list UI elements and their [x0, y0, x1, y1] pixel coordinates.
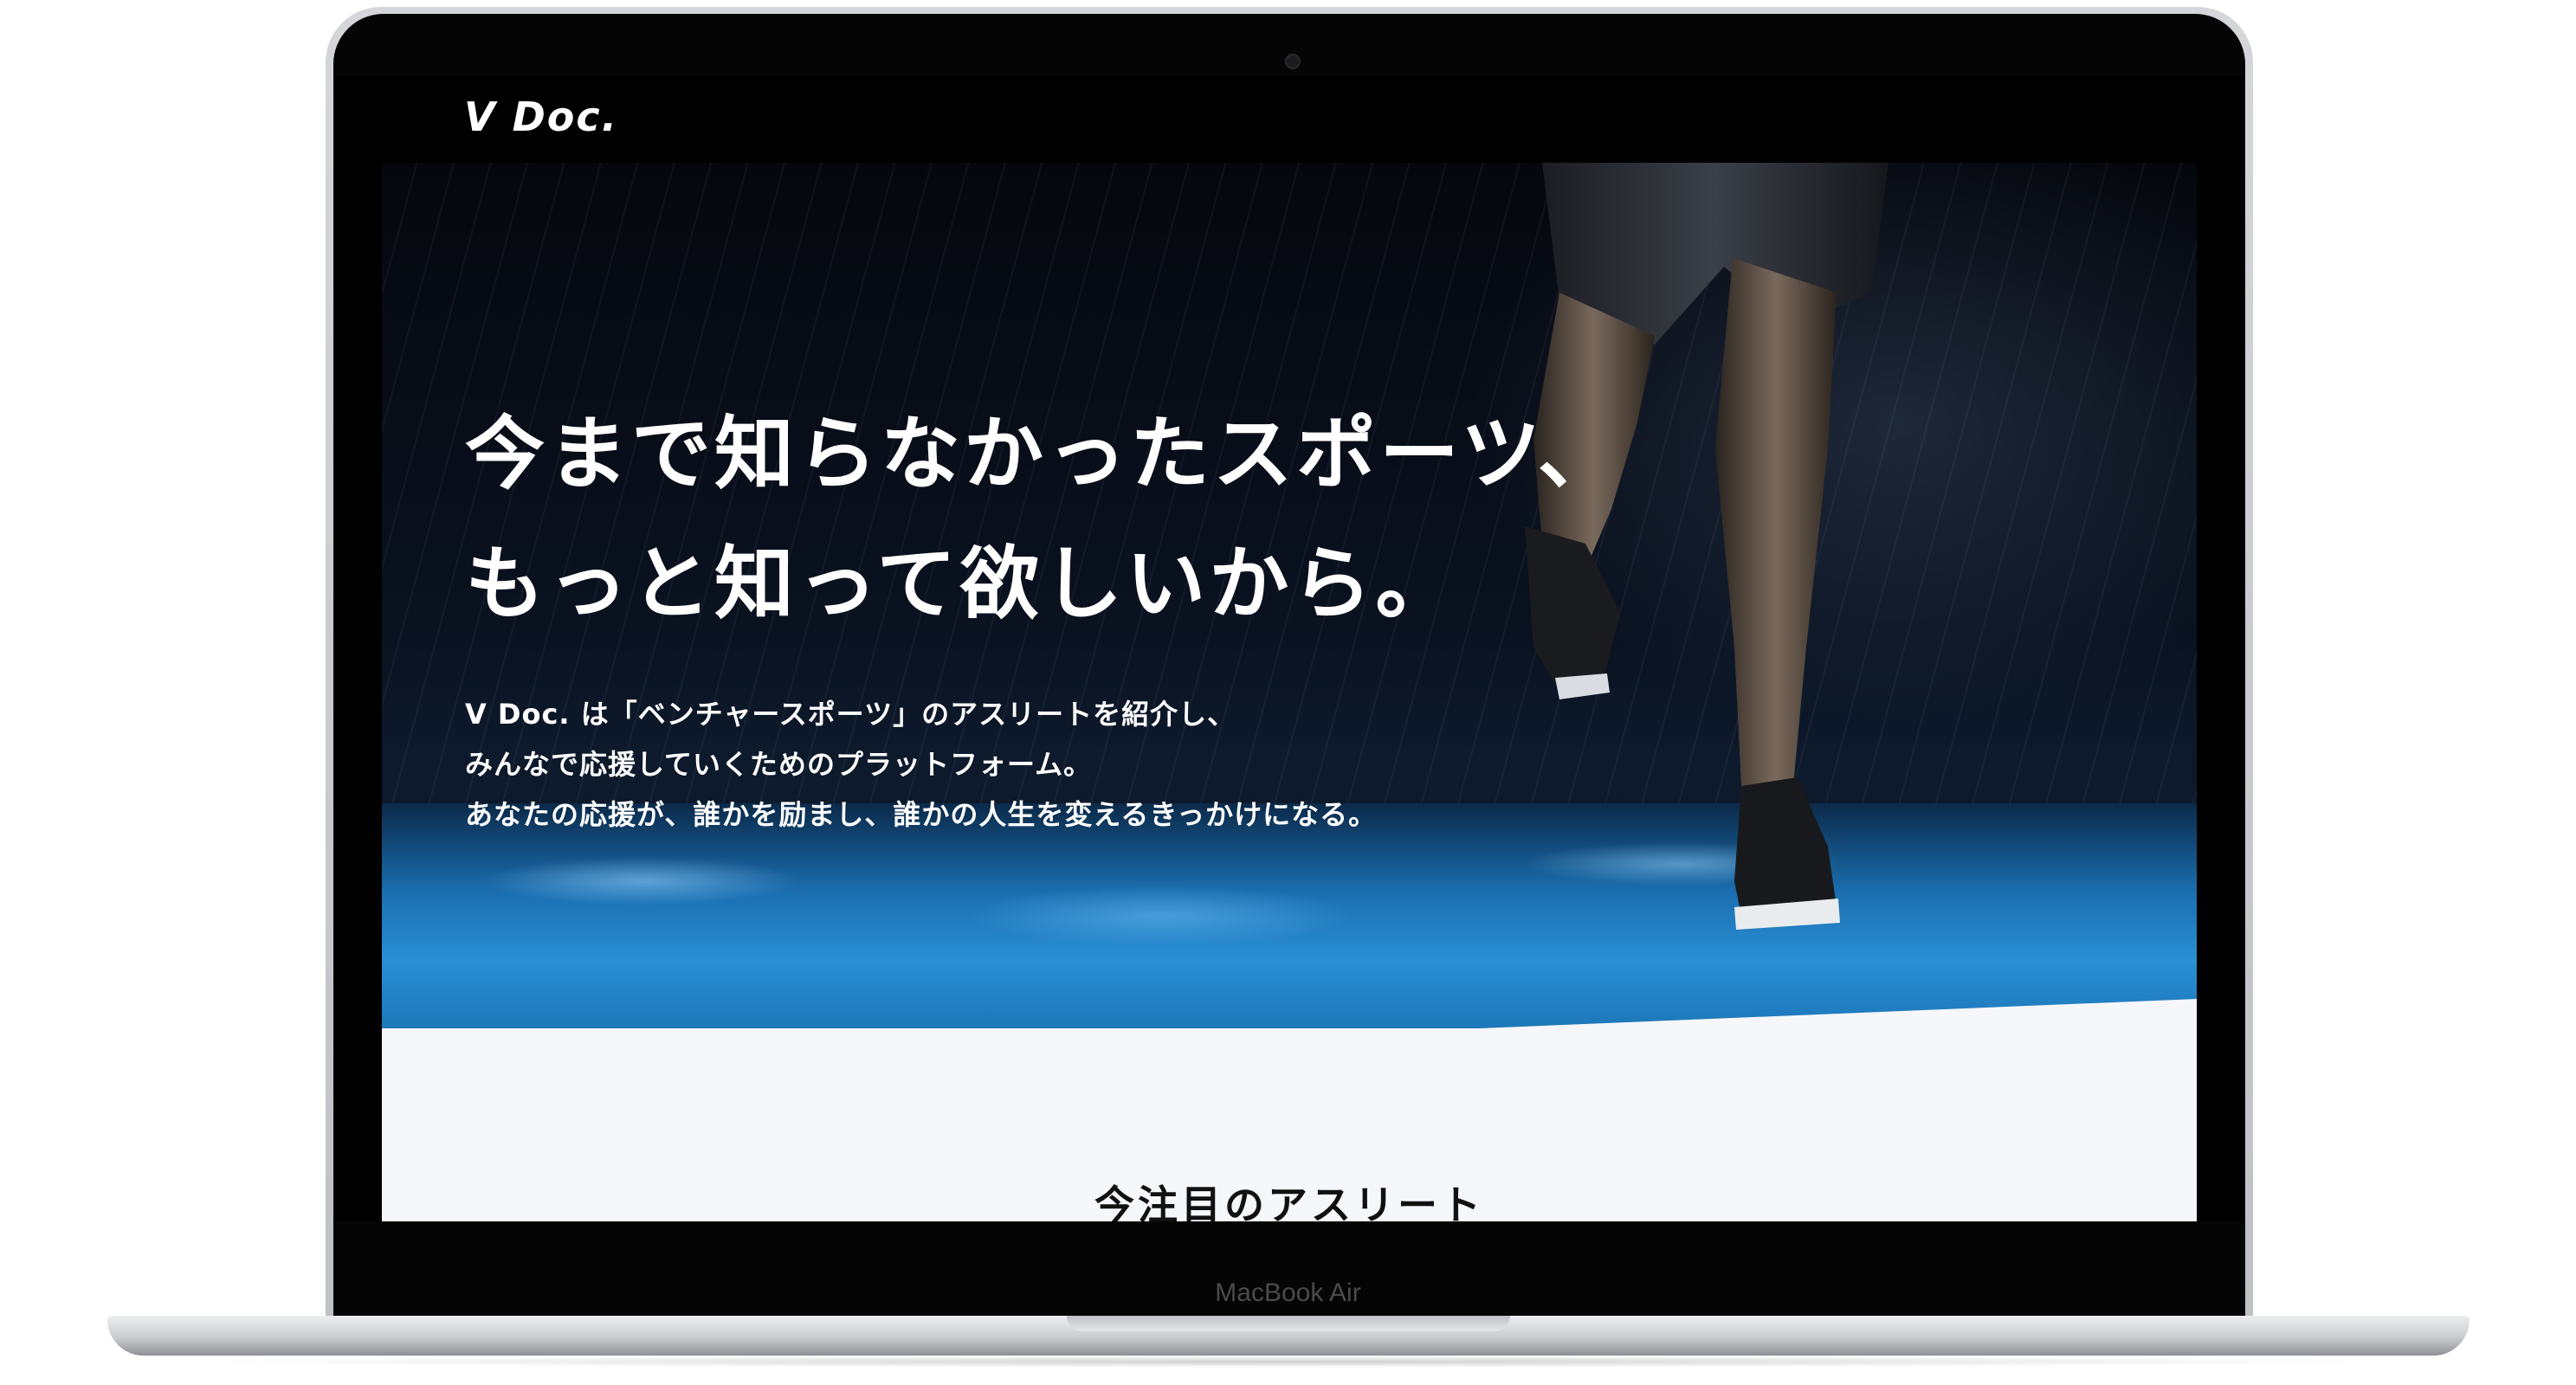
camera-icon	[1285, 54, 1301, 69]
laptop-base-notch	[1067, 1316, 1510, 1331]
hero-lead-line: みんなで応援していくためのプラットフォーム。	[465, 748, 1093, 781]
hero-section: 今まで知らなかったスポーツ、 もっと知って欲しいから。 V Doc. は「ベンチ…	[382, 163, 2197, 1221]
hero-lead-text: V Doc. は「ベンチャースポーツ」のアスリートを紹介し、 みんなで応援してい…	[465, 689, 1377, 840]
hero-lead-line: V Doc. は「ベンチャースポーツ」のアスリートを紹介し、	[465, 698, 1236, 731]
laptop-shadow	[173, 1356, 2404, 1368]
site-logo[interactable]: V Doc.	[464, 93, 618, 140]
site-header: V Doc.	[334, 76, 2244, 163]
device-label: MacBook Air	[1215, 1279, 1361, 1307]
hero-headline-line: 今まで知らなかったスポーツ、	[465, 408, 1621, 500]
hero-headline-line: もっと知って欲しいから。	[465, 538, 1459, 630]
hero-lead-line: あなたの応援が、誰かを励まし、誰かの人生を変えるきっかけになる。	[465, 798, 1378, 831]
browser-screen: V Doc. 今まで知らなかったスポーツ、 もっと知って欲しいから。 V Doc…	[334, 76, 2244, 1221]
hero-headline: 今まで知らなかったスポーツ、 もっと知って欲しいから。	[465, 390, 1621, 649]
featured-athletes-heading: 今注目のアスリート	[1094, 1182, 1484, 1221]
